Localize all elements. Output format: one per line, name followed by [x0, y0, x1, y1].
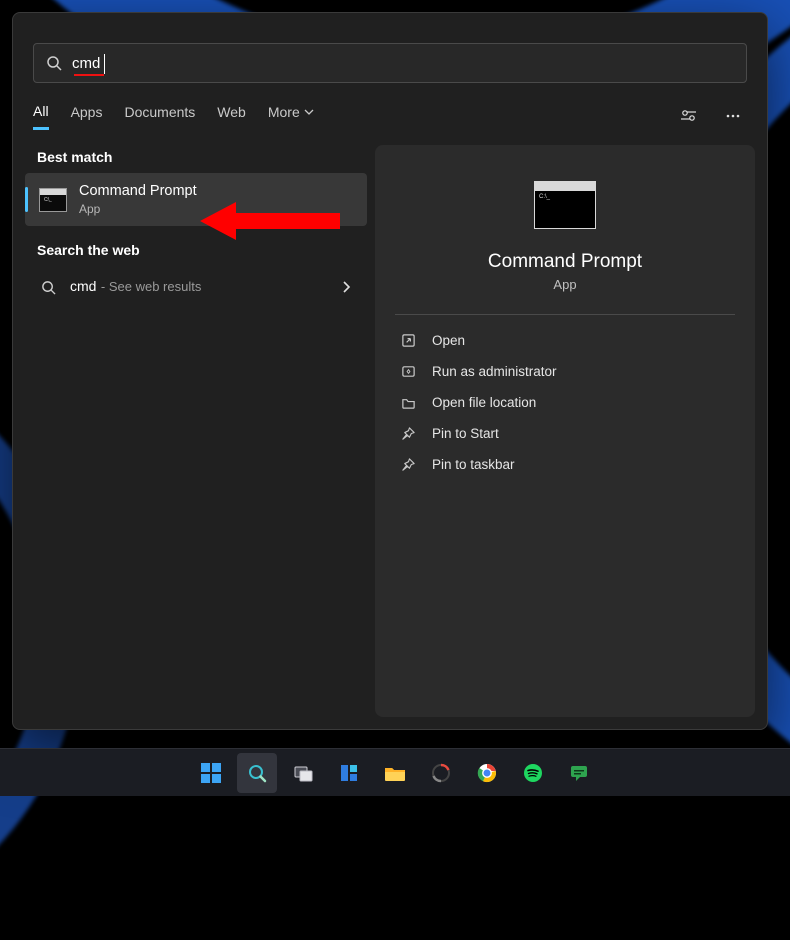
preview-pane: C:\_ Command Prompt App Open Run as admi… — [375, 145, 755, 717]
taskbar-app-chat[interactable] — [559, 753, 599, 793]
search-box[interactable] — [33, 43, 747, 83]
result-title: Command Prompt — [79, 183, 197, 200]
action-open[interactable]: Open — [395, 325, 735, 356]
task-view[interactable] — [283, 753, 323, 793]
web-result-cmd[interactable]: cmd - See web results — [25, 266, 367, 308]
command-prompt-icon-large: C:\_ — [534, 181, 596, 229]
widgets-icon — [339, 763, 359, 783]
spellcheck-underline — [74, 74, 104, 76]
tab-documents[interactable]: Documents — [124, 104, 195, 128]
web-hint: - See web results — [101, 279, 201, 294]
search-icon — [247, 763, 267, 783]
divider — [395, 314, 735, 315]
circle-segmented-icon — [431, 763, 451, 783]
text-cursor — [104, 54, 105, 74]
chrome[interactable] — [467, 753, 507, 793]
action-pin-taskbar-label: Pin to taskbar — [432, 457, 515, 472]
filter-tabs: All Apps Documents Web More — [33, 101, 747, 131]
open-icon — [401, 333, 416, 348]
file-explorer[interactable] — [375, 753, 415, 793]
start-button[interactable] — [191, 753, 231, 793]
pin-icon — [401, 457, 416, 472]
action-pin-start[interactable]: Pin to Start — [395, 418, 735, 449]
web-query: cmd — [70, 278, 96, 294]
folder-icon — [401, 395, 416, 410]
result-command-prompt[interactable]: C:\_ Command Prompt App — [25, 173, 367, 226]
chevron-right-icon — [341, 281, 351, 293]
best-match-label: Best match — [37, 149, 359, 165]
chrome-icon — [477, 763, 497, 783]
action-open-label: Open — [432, 333, 465, 348]
taskbar — [0, 748, 790, 796]
action-open-location-label: Open file location — [432, 395, 536, 410]
start-search-panel: All Apps Documents Web More Best match — [12, 12, 768, 730]
command-prompt-icon: C:\_ — [39, 188, 67, 212]
search-input[interactable] — [72, 55, 734, 72]
folder-icon — [384, 763, 406, 783]
admin-icon — [401, 364, 416, 379]
tab-all[interactable]: All — [33, 103, 49, 130]
task-view-icon — [293, 763, 313, 783]
action-pin-start-label: Pin to Start — [432, 426, 499, 441]
windows-logo-icon — [200, 762, 222, 784]
action-list: Open Run as administrator Open file loca… — [395, 325, 735, 480]
taskbar-search[interactable] — [237, 753, 277, 793]
feedback-icon[interactable] — [675, 102, 703, 130]
action-pin-taskbar[interactable]: Pin to taskbar — [395, 449, 735, 480]
widgets[interactable] — [329, 753, 369, 793]
action-open-location[interactable]: Open file location — [395, 387, 735, 418]
spotify-icon — [523, 763, 543, 783]
taskbar-app-1[interactable] — [421, 753, 461, 793]
chevron-down-icon — [304, 107, 314, 117]
spotify[interactable] — [513, 753, 553, 793]
tab-web[interactable]: Web — [217, 104, 246, 128]
action-run-admin-label: Run as administrator — [432, 364, 557, 379]
search-icon — [41, 280, 56, 295]
more-options-icon[interactable] — [719, 102, 747, 130]
tab-more[interactable]: More — [268, 104, 314, 128]
preview-subtitle: App — [395, 277, 735, 292]
search-web-label: Search the web — [37, 242, 359, 258]
action-run-admin[interactable]: Run as administrator — [395, 356, 735, 387]
chat-icon — [569, 763, 589, 783]
pin-icon — [401, 426, 416, 441]
result-subtitle: App — [79, 202, 197, 216]
tab-more-label: More — [268, 104, 300, 120]
preview-title: Command Prompt — [395, 251, 735, 273]
tab-apps[interactable]: Apps — [71, 104, 103, 128]
results-column: Best match C:\_ Command Prompt App Searc… — [25, 145, 367, 717]
search-icon — [46, 55, 62, 71]
